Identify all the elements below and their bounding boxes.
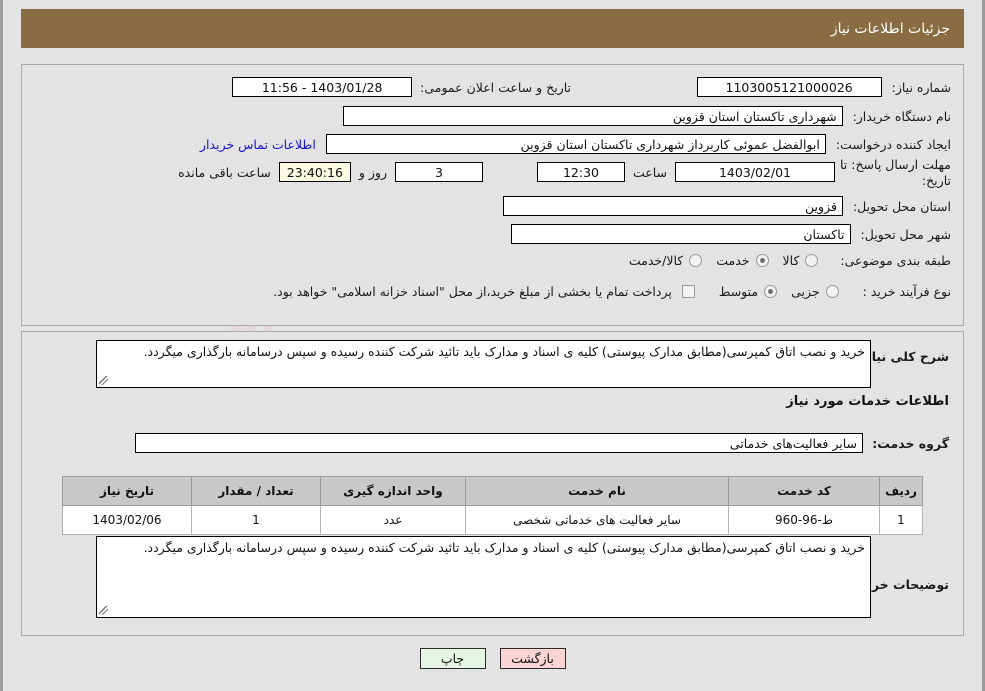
need-info-panel: شماره نیاز: 1103005121000026 تاریخ و ساع… xyxy=(21,64,964,326)
hour-value: 12:30 xyxy=(536,162,625,182)
purchase-type-option-jozee[interactable]: جزیی xyxy=(777,284,839,299)
purchase-type-label: نوع فرآیند خرید : xyxy=(862,284,951,299)
requester-row: ایجاد کننده درخواست: ابوالفضل عموئی کارب… xyxy=(200,134,951,154)
purchase-type-option-motevaset-label: متوسط xyxy=(718,284,759,299)
cell-name: سایر فعالیت های خدماتی شخصی xyxy=(465,505,729,535)
table-row[interactable]: 1 ط-96-960 سایر فعالیت های خدماتی شخصی ع… xyxy=(62,505,923,535)
category-option-kala-label: کالا xyxy=(782,253,800,268)
col-index: ردیف xyxy=(879,476,923,506)
announce-datetime-row: تاریخ و ساعت اعلان عمومی: 1403/01/28 - 1… xyxy=(232,77,571,97)
col-name: نام خدمت xyxy=(465,476,729,506)
countdown-timer: 23:40:16 xyxy=(278,162,351,182)
cell-need-date: 1403/02/06 xyxy=(62,505,192,535)
deadline-label-block: مهلت ارسال پاسخ: تا تاریخ: xyxy=(840,157,951,189)
radio-jozee-icon[interactable] xyxy=(825,285,839,298)
back-button[interactable]: بازگشت xyxy=(499,648,566,669)
radio-khedmat-icon[interactable] xyxy=(755,254,769,267)
page-title: جزئیات اطلاعات نیاز xyxy=(21,9,964,48)
category-row: طبقه بندی موضوعی: کالا خدمت کالا/خدمت xyxy=(615,253,951,268)
cell-code: ط-96-960 xyxy=(728,505,880,535)
treasury-bonds-note: پرداخت تمام یا بخشی از مبلغ خرید،از محل … xyxy=(273,284,672,299)
deadline-date-value: 1403/02/01 xyxy=(675,162,835,182)
province-row: استان محل تحویل: قزوین xyxy=(502,196,951,216)
col-code: کد خدمت xyxy=(728,476,880,506)
col-quantity: تعداد / مقدار xyxy=(191,476,321,506)
announce-datetime-label: تاریخ و ساعت اعلان عمومی: xyxy=(420,79,571,95)
buyer-notes-value[interactable]: خرید و نصب اتاق کمپرسی(مطابق مدارک پیوست… xyxy=(96,536,871,618)
days-remaining-value: 3 xyxy=(394,162,483,182)
buyer-contact-link[interactable]: اطلاعات تماس خریدار xyxy=(200,137,316,152)
col-need-date: تاریخ نیاز xyxy=(62,476,192,506)
need-details-panel: شرح کلی نیاز: خرید و نصب اتاق کمپرسی(مطا… xyxy=(21,331,964,636)
service-group-value[interactable]: سایر فعالیت‌های خدماتی xyxy=(135,433,863,453)
city-label: شهر محل تحویل: xyxy=(860,226,951,242)
radio-kala-khedmat-icon[interactable] xyxy=(689,254,703,267)
buyer-org-label: نام دستگاه خریدار: xyxy=(852,108,951,124)
category-option-khedmat-label: خدمت xyxy=(716,253,750,268)
buyer-org-value: شهرداری تاکستان استان قزوین xyxy=(342,106,843,126)
purchase-type-option-motevaset[interactable]: متوسط xyxy=(705,284,778,299)
category-option-kala[interactable]: کالا xyxy=(769,253,819,268)
action-bar: بازگشت چاپ xyxy=(11,648,974,669)
radio-motevaset-icon[interactable] xyxy=(764,285,778,298)
services-section-title: اطلاعات خدمات مورد نیاز xyxy=(786,394,949,409)
province-value: قزوین xyxy=(502,196,843,216)
need-number-value: 1103005121000026 xyxy=(696,77,882,97)
col-unit: واحد اندازه گیری xyxy=(320,476,466,506)
service-group-label: گروه خدمت: xyxy=(872,436,949,451)
category-label: طبقه بندی موضوعی: xyxy=(840,253,951,268)
deadline-values-row: 1403/02/01 ساعت 12:30 3 روز و 23:40:16 س… xyxy=(178,162,835,182)
deadline-label-line2: تاریخ: xyxy=(921,173,951,188)
general-desc-value[interactable]: خرید و نصب اتاق کمپرسی(مطابق مدارک پیوست… xyxy=(96,340,871,388)
province-label: استان محل تحویل: xyxy=(852,198,951,214)
purchase-type-row: نوع فرآیند خرید : جزیی متوسط پرداخت تمام… xyxy=(273,284,951,299)
need-number-label: شماره نیاز: xyxy=(891,79,951,95)
need-number-row: شماره نیاز: 1103005121000026 xyxy=(696,77,951,97)
category-option-kala-khedmat-label: کالا/خدمت xyxy=(628,253,684,268)
general-desc-label: شرح کلی نیاز: xyxy=(859,349,949,364)
deadline-label: مهلت ارسال پاسخ: تا تاریخ: xyxy=(840,157,951,189)
page-root: AnaTender.net W T جزئیات اطلاعات نیاز شم… xyxy=(0,0,985,691)
announce-datetime-value: 1403/01/28 - 11:56 xyxy=(232,77,413,97)
days-label: روز و xyxy=(358,164,387,180)
services-table-wrap: ردیف کد خدمت نام خدمت واحد اندازه گیری ت… xyxy=(62,476,923,535)
services-table: ردیف کد خدمت نام خدمت واحد اندازه گیری ت… xyxy=(62,476,923,535)
city-row: شهر محل تحویل: تاکستان xyxy=(510,224,951,244)
cell-index: 1 xyxy=(879,505,923,535)
cell-unit: عدد xyxy=(320,505,466,535)
purchase-type-option-jozee-label: جزیی xyxy=(791,284,820,299)
category-option-kala-khedmat[interactable]: کالا/خدمت xyxy=(615,253,703,268)
requester-value: ابوالفضل عموئی کاربرداز شهرداری تاکستان … xyxy=(325,134,826,154)
table-header-row: ردیف کد خدمت نام خدمت واحد اندازه گیری ت… xyxy=(62,476,923,506)
remaining-label: ساعت باقی مانده xyxy=(178,164,271,180)
radio-kala-icon[interactable] xyxy=(805,254,819,267)
treasury-bonds-checkbox[interactable] xyxy=(681,285,695,298)
hour-label: ساعت xyxy=(632,164,667,180)
requester-label: ایجاد کننده درخواست: xyxy=(835,136,951,152)
print-button[interactable]: چاپ xyxy=(419,648,486,669)
city-value: تاکستان xyxy=(510,224,851,244)
cell-quantity: 1 xyxy=(191,505,321,535)
category-option-khedmat[interactable]: خدمت xyxy=(702,253,769,268)
buyer-org-row: نام دستگاه خریدار: شهرداری تاکستان استان… xyxy=(342,106,951,126)
deadline-label-line1: مهلت ارسال پاسخ: تا xyxy=(840,157,951,172)
